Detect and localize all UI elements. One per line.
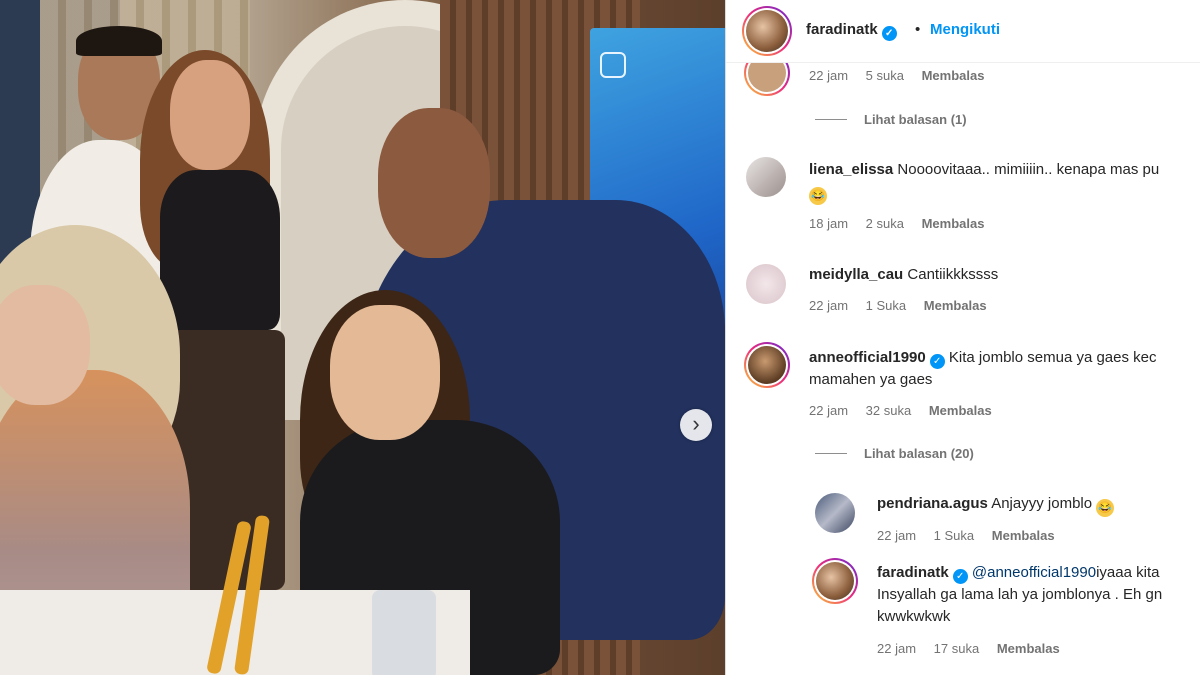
comment-username[interactable]: liena_elissa bbox=[809, 161, 893, 178]
reply-likes[interactable]: 1 Suka bbox=[934, 528, 974, 543]
comment-meta: 18 jam 2 suka Membalas bbox=[809, 216, 998, 231]
post-photo: › bbox=[0, 0, 725, 675]
comment-meta: 22 jam 32 suka Membalas bbox=[809, 403, 1006, 418]
post-header: faradinatk ✓ • Mengikuti bbox=[726, 0, 1200, 63]
reply-button[interactable]: Membalas bbox=[992, 528, 1055, 543]
comment-username[interactable]: meidylla_cau bbox=[809, 266, 903, 283]
comment-time[interactable]: 18 jam bbox=[809, 216, 848, 231]
laughing-emoji-icon: 😂 bbox=[809, 187, 827, 205]
comment-meta: 22 jam 5 suka Membalas bbox=[809, 68, 998, 83]
comment-text: anneofficial1990 ✓ Kita jomblo semua ya g… bbox=[809, 349, 1157, 369]
reply-button[interactable]: Membalas bbox=[929, 403, 992, 418]
reply-button[interactable]: Membalas bbox=[922, 68, 985, 83]
avatar[interactable] bbox=[744, 342, 790, 388]
person-head bbox=[330, 305, 440, 440]
reply-time[interactable]: 22 jam bbox=[877, 528, 916, 543]
replies-divider bbox=[815, 119, 847, 120]
person-black-top bbox=[160, 170, 280, 330]
reply-likes[interactable]: 17 suka bbox=[934, 641, 980, 656]
avatar[interactable] bbox=[815, 493, 855, 533]
laughing-emoji-icon: 😂 bbox=[1096, 499, 1115, 517]
reply-button[interactable]: Membalas bbox=[922, 216, 985, 231]
comment-text-line2: mamahen ya gaes bbox=[809, 371, 933, 388]
person-hair bbox=[76, 26, 162, 56]
comment-text: liena_elissa Noooovitaaa.. mimiiiin.. ke… bbox=[809, 161, 1160, 178]
comment-likes[interactable]: 5 suka bbox=[866, 68, 904, 83]
screen-logo-icon bbox=[600, 52, 626, 78]
view-replies-button[interactable]: Lihat balasan (20) bbox=[864, 446, 974, 461]
reply-time[interactable]: 22 jam bbox=[877, 641, 916, 656]
comment-time[interactable]: 22 jam bbox=[809, 68, 848, 83]
replies-divider bbox=[815, 453, 847, 454]
header-username[interactable]: faradinatk ✓ bbox=[806, 21, 897, 41]
comment-time[interactable]: 22 jam bbox=[809, 298, 848, 313]
drink-can bbox=[372, 590, 436, 675]
verified-badge-icon: ✓ bbox=[929, 354, 945, 369]
comment-username[interactable]: anneofficial1990 bbox=[809, 349, 926, 366]
comment-likes[interactable]: 1 Suka bbox=[866, 298, 906, 313]
comment-time[interactable]: 22 jam bbox=[809, 403, 848, 418]
view-replies-button[interactable]: Lihat balasan (1) bbox=[864, 112, 967, 127]
reply-username[interactable]: pendriana.agus bbox=[877, 495, 988, 512]
comment-text: meidylla_cau Cantiikkkssss bbox=[809, 266, 999, 283]
comment-text-line2: 😂 bbox=[809, 181, 827, 205]
reply-button[interactable]: Membalas bbox=[924, 298, 987, 313]
verified-badge-icon: ✓ bbox=[881, 26, 897, 41]
person-head bbox=[378, 108, 490, 258]
following-button[interactable]: Mengikuti bbox=[930, 21, 1000, 38]
reply-meta: 22 jam 1 Suka Membalas bbox=[877, 528, 1069, 543]
person-head bbox=[170, 60, 250, 170]
avatar[interactable] bbox=[742, 6, 792, 56]
reply-meta: 22 jam 17 suka Membalas bbox=[877, 641, 1074, 656]
separator-dot: • bbox=[915, 21, 921, 38]
reply-text-line2: Insyallah ga lama lah ya jomblonya . Eh … bbox=[877, 586, 1163, 603]
comment-meta: 22 jam 1 Suka Membalas bbox=[809, 298, 1001, 313]
reply-text: pendriana.agus Anjayyy jomblo 😂 bbox=[877, 493, 1115, 517]
verified-badge-icon: ✓ bbox=[952, 569, 968, 584]
reply-button[interactable]: Membalas bbox=[997, 641, 1060, 656]
reply-text: faradinatk ✓ @anneofficial1990iyaaa kita bbox=[877, 564, 1160, 584]
comments-panel: faradinatk ✓ • Mengikuti 22 jam 5 suka Me… bbox=[725, 0, 1200, 675]
avatar[interactable] bbox=[812, 558, 858, 604]
chevron-right-icon[interactable]: › bbox=[680, 409, 712, 441]
avatar[interactable] bbox=[746, 264, 786, 304]
reply-text-line3: kwwkwkwk bbox=[877, 608, 951, 625]
comment-likes[interactable]: 32 suka bbox=[866, 403, 912, 418]
reply-username[interactable]: faradinatk bbox=[877, 564, 949, 581]
mention-link[interactable]: @anneofficial1990 bbox=[972, 564, 1096, 581]
avatar[interactable] bbox=[746, 157, 786, 197]
comment-likes[interactable]: 2 suka bbox=[866, 216, 904, 231]
person-head bbox=[0, 285, 90, 405]
